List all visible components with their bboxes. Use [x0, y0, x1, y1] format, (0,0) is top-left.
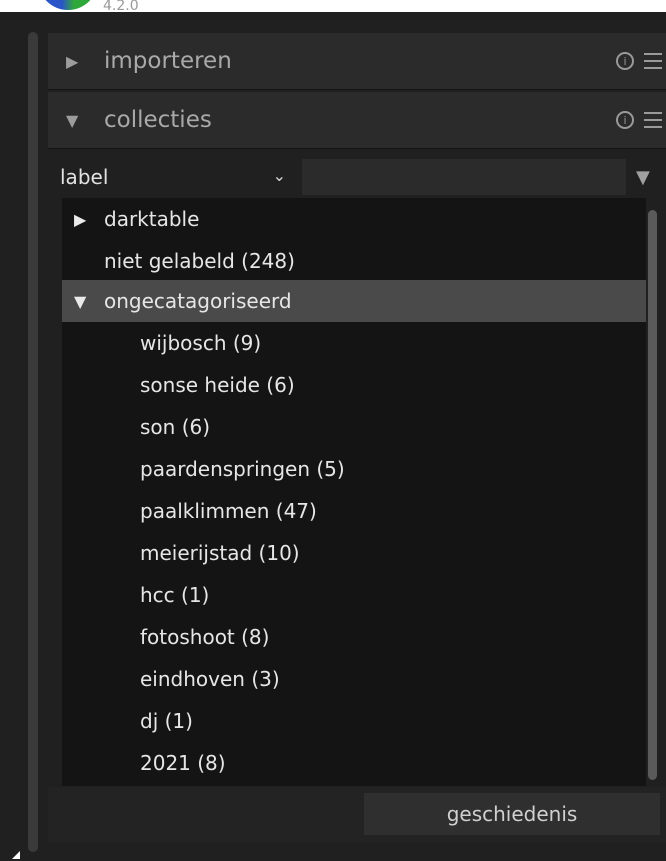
- list-item[interactable]: sonse heide (6): [62, 364, 646, 406]
- module-title-collecties: collecties: [104, 107, 212, 133]
- tree-item-label: fotoshoot (8): [140, 625, 270, 649]
- list-item[interactable]: son (6): [62, 406, 646, 448]
- info-icon[interactable]: i: [616, 52, 634, 70]
- tree-item-niet-gelabeld[interactable]: niet gelabeld (248): [62, 240, 646, 282]
- tree-item-label: niet gelabeld (248): [104, 249, 295, 273]
- tree-item-label: eindhoven (3): [140, 667, 280, 691]
- property-select-value: label: [60, 165, 109, 189]
- list-item[interactable]: wijbosch (9): [62, 322, 646, 364]
- collapsed-arrow-icon[interactable]: ▶: [74, 210, 98, 229]
- history-button[interactable]: geschiedenis: [364, 793, 660, 835]
- tree-item-label: ongecatagoriseerd: [104, 289, 292, 313]
- list-item[interactable]: paardenspringen (5): [62, 448, 646, 490]
- tree-item-label: sonse heide (6): [140, 373, 295, 397]
- tree-item-label: meierijstad (10): [140, 541, 300, 565]
- menu-icon[interactable]: [644, 112, 662, 128]
- tree-item-label: dj (1): [140, 709, 193, 733]
- list-item[interactable]: meierijstad (10): [62, 532, 646, 574]
- collection-filter-row: label ⌄ ▼: [48, 157, 666, 197]
- expanded-arrow-icon: ▼: [66, 110, 79, 130]
- tree-item-darktable[interactable]: ▶ darktable: [62, 198, 646, 240]
- module-header-importeren[interactable]: ▶ importeren i: [48, 33, 666, 90]
- tree-item-label: wijbosch (9): [140, 331, 262, 355]
- info-icon[interactable]: i: [616, 111, 634, 129]
- tree-item-label: 2021 (8): [140, 751, 226, 775]
- tree-item-label: son (6): [140, 415, 211, 439]
- list-item[interactable]: dj (1): [62, 700, 646, 742]
- panel-scrollbar[interactable]: [28, 32, 38, 852]
- module-title-importeren: importeren: [104, 48, 232, 74]
- top-bar: 4.2.0: [0, 0, 666, 14]
- tree-item-label: paardenspringen (5): [140, 457, 345, 481]
- list-item[interactable]: fotoshoot (8): [62, 616, 646, 658]
- darktable-logo: [38, 0, 98, 10]
- app-version: 4.2.0: [103, 0, 139, 14]
- filter-search-input[interactable]: [302, 159, 626, 195]
- dropdown-icon[interactable]: ▼: [636, 167, 650, 188]
- collection-tree: ▶ darktable niet gelabeld (248) ▼ ongeca…: [62, 198, 646, 786]
- menu-icon[interactable]: [644, 53, 662, 69]
- tree-scrollbar[interactable]: [648, 210, 657, 780]
- list-item[interactable]: paalklimmen (47): [62, 490, 646, 532]
- expanded-arrow-icon[interactable]: ▼: [74, 292, 98, 311]
- list-item[interactable]: eindhoven (3): [62, 658, 646, 700]
- module-header-collecties[interactable]: ▼ collecties i: [48, 92, 666, 149]
- list-item[interactable]: hcc (1): [62, 574, 646, 616]
- tree-item-label: darktable: [104, 207, 200, 231]
- tree-item-label: hcc (1): [140, 583, 210, 607]
- tree-item-label: paalklimmen (47): [140, 499, 317, 523]
- panel-resize-triangle[interactable]: [12, 851, 20, 859]
- property-select[interactable]: label ⌄: [48, 157, 296, 197]
- collapsed-arrow-icon: ▶: [66, 51, 79, 71]
- tree-item-ongecatagoriseerd[interactable]: ▼ ongecatagoriseerd: [62, 280, 646, 322]
- list-item[interactable]: 2021 (8): [62, 742, 646, 784]
- chevron-down-icon: ⌄: [272, 166, 286, 185]
